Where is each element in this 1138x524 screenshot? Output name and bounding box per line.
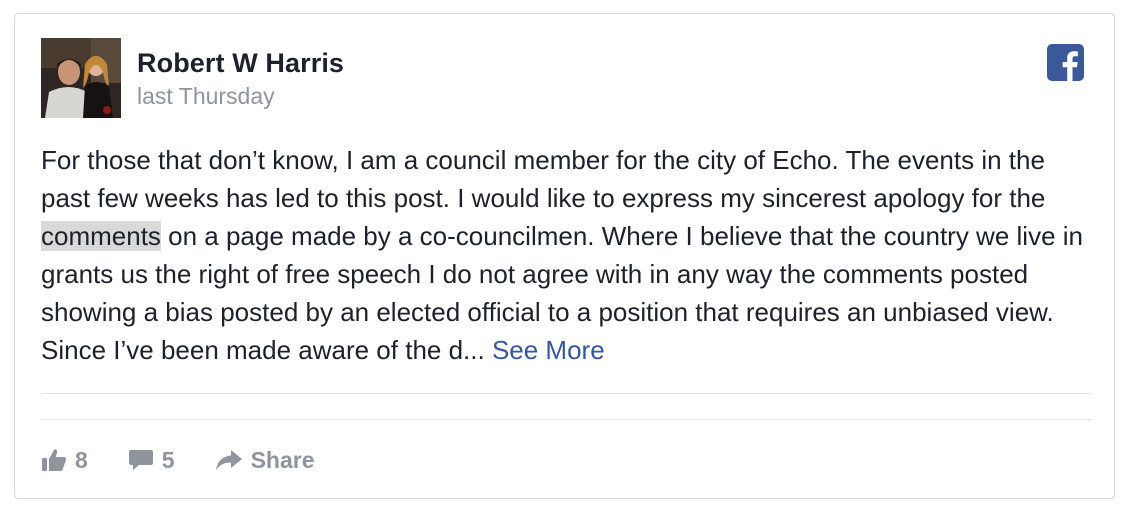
divider — [41, 393, 1092, 394]
comment-button[interactable]: 5 — [128, 447, 175, 474]
like-button[interactable]: 8 — [41, 447, 88, 474]
post-timestamp[interactable]: last Thursday — [137, 83, 275, 110]
avatar[interactable] — [41, 38, 121, 118]
share-button[interactable]: Share — [215, 447, 315, 474]
comment-bubble-icon — [128, 448, 154, 472]
share-label: Share — [250, 446, 315, 473]
post-body: For those that don’t know, I am a counci… — [41, 141, 1101, 369]
thumbs-up-icon — [41, 448, 67, 472]
facebook-icon[interactable] — [1047, 44, 1084, 81]
comment-count: 5 — [161, 446, 175, 473]
author-name[interactable]: Robert W Harris — [137, 48, 344, 79]
post-actions-bar: 8 5 Share — [41, 442, 355, 478]
highlighted-word: comments — [41, 221, 161, 251]
like-count: 8 — [75, 446, 88, 473]
avatar-photo — [41, 38, 121, 118]
share-arrow-icon — [215, 448, 243, 472]
post-text-start: For those that don’t know, I am a counci… — [41, 145, 1046, 213]
see-more-link[interactable]: See More — [492, 335, 605, 365]
embedded-post-card: Robert W Harris last Thursday For those … — [14, 13, 1115, 499]
divider — [41, 419, 1092, 420]
